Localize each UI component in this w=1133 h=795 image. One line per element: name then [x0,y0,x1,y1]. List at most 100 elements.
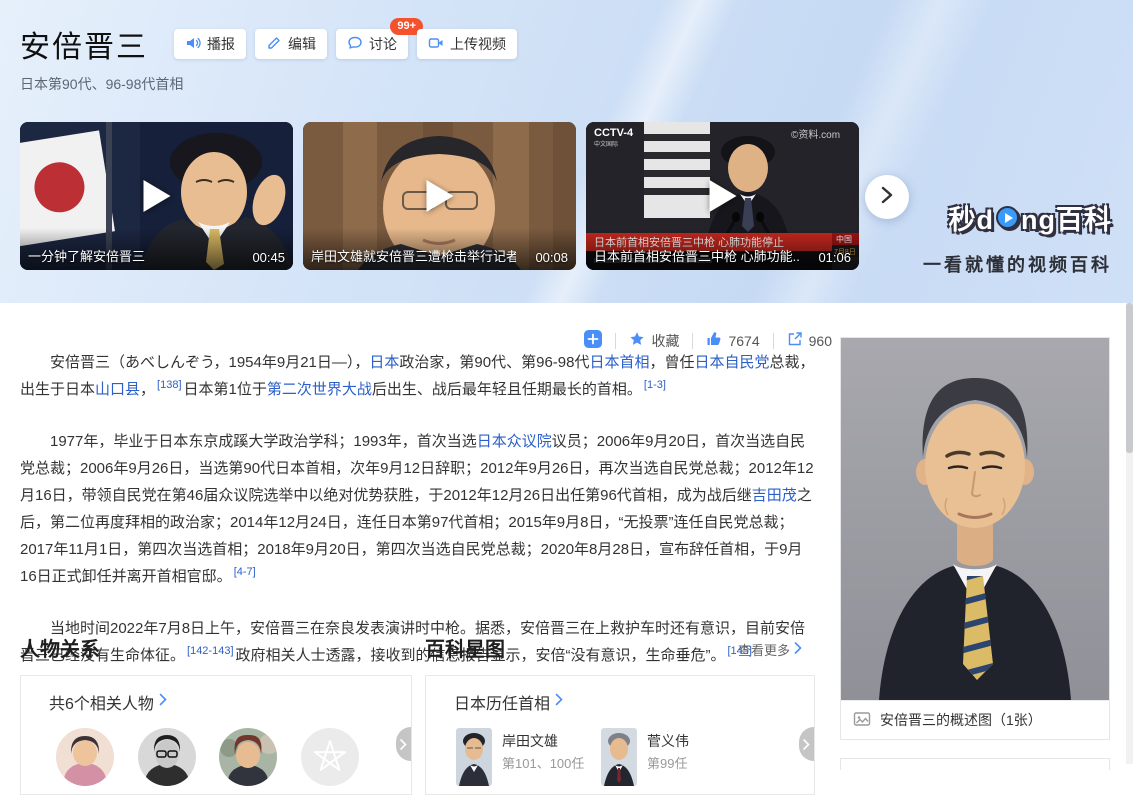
star-polygon-icon [301,728,359,786]
video-card-2[interactable]: 岸田文雄就安倍晋三遭枪击举行记者... 00:08 [303,122,576,270]
text-segment: 安倍晋三（あべしんぞう，1954年9月21日—）， [50,354,369,371]
relations-card-header-label: 共6个相关人物 [49,690,154,714]
video-duration: 00:08 [535,250,568,265]
favorite-button[interactable]: 收藏 [629,331,679,351]
inline-link[interactable]: 日本首相 [589,354,649,371]
text-segment: 政治家，第90代、第96-98代 [399,354,589,371]
play-icon [426,180,453,212]
chat-bubble-icon [347,35,363,54]
like-button[interactable]: 7674 [706,331,759,350]
view-more-link[interactable]: 查看更多 [738,640,802,659]
portrait-kishida [456,728,492,786]
starmap-card-header[interactable]: 日本历任首相 [454,690,563,714]
starmap-card: 日本历任首相 岸田文雄 第101、100任 [425,675,815,795]
chevron-right-icon [400,739,407,750]
plus-square-icon [584,330,602,351]
starmap-photo-kishida[interactable] [456,728,492,786]
share-count: 960 [809,333,832,349]
scrollbar-thumb[interactable] [1126,303,1133,453]
edit-label: 编辑 [288,34,316,54]
reference-link[interactable]: [142-143] [187,645,233,657]
inline-link[interactable]: 日本 [369,354,399,371]
upload-video-button[interactable]: 上传视频 [417,29,517,59]
reference-link[interactable]: [4-7] [234,566,256,578]
broadcast-button[interactable]: 播报 [174,29,246,59]
brand-logo-suffix: ng百科 [1021,198,1112,237]
broadcast-label: 播报 [207,34,235,54]
text-segment: 日本第1位于 [184,381,267,398]
video-duration: 00:45 [252,250,285,265]
related-more-avatar[interactable] [301,728,359,786]
overview-image-caption[interactable]: 安倍晋三的概述图（1张） [841,700,1109,739]
video-camera-icon [428,35,444,54]
divider [692,333,693,349]
page-title: 安倍晋三 [20,22,148,66]
favorite-label: 收藏 [651,331,679,351]
discuss-button[interactable]: 讨论 99+ [336,29,408,59]
header-buttons: 播报 编辑 讨论 99+ 上传视频 [174,29,517,59]
abe-portrait-photo[interactable] [841,338,1109,700]
avatar-woman-crowd [219,728,277,786]
chevron-right-icon [803,739,810,750]
divider [615,333,616,349]
inline-link[interactable]: 第二次世界大战 [267,381,372,398]
reference-link[interactable]: [138] [157,379,181,391]
main-content: 收藏 7674 960 安倍晋三（あべしんぞう，1954年9月21日—），日本政… [0,303,1133,764]
page-subtitle: 日本第90代、96-98代首相 [20,74,183,94]
starmap-entry-name[interactable]: 菅义伟 [647,731,689,751]
brand-play-icon [996,206,1019,229]
summary-text: 安倍晋三（あべしんぞう，1954年9月21日—），日本政治家，第90代、第96-… [20,349,818,694]
pencil-icon [266,35,282,54]
page-header: 安倍晋三 播报 编辑 讨论 99+ 上传视频 [20,22,517,66]
related-person-avatar[interactable] [138,728,196,786]
video-card-3[interactable]: 日本前首相安倍晋三中枪 心肺功能停止 中国 7月8日 CCTV-4 中文国际 ©… [586,122,859,270]
play-icon [709,180,736,212]
video-title: 岸田文雄就安倍晋三遭枪击举行记者... [311,246,516,265]
inline-link[interactable]: 日本众议院 [477,433,552,450]
inline-link[interactable]: 日本自民党 [695,354,770,371]
summary-paragraph-1: 安倍晋三（あべしんぞう，1954年9月21日—），日本政治家，第90代、第96-… [20,349,818,403]
relations-card-header[interactable]: 共6个相关人物 [49,690,167,714]
add-to-collection-button[interactable] [584,330,602,351]
sidebar-next-card [840,758,1110,770]
brand-logo: 秒d ng百科 [923,198,1112,237]
starmap-entry-term: 第101、100任 [502,753,584,772]
channel-logo: CCTV-4 [594,127,634,139]
inline-link[interactable]: 吉田茂 [752,487,797,504]
thumbs-up-icon [706,331,722,350]
summary-paragraph-3: 当地时间2022年7月8日上午，安倍晋三在奈良发表演讲时中枪。据悉，安倍晋三在上… [20,615,818,669]
action-bar: 收藏 7674 960 [584,330,832,351]
avatar-woman-pink [56,728,114,786]
related-person-avatar[interactable] [219,728,277,786]
starmap-entry-name[interactable]: 岸田文雄 [502,731,558,751]
related-person-avatar[interactable] [56,728,114,786]
upload-video-label: 上传视频 [450,34,506,54]
summary-paragraph-2: 1977年，毕业于日本东京成蹊大学政治学科；1993年，首次当选日本众议院议员；… [20,428,818,590]
share-button[interactable]: 960 [787,331,832,350]
relations-card: 共6个相关人物 [20,675,412,795]
reference-link[interactable]: [1-3] [644,379,666,391]
starmap-section-title: 百科星图 [425,633,505,662]
text-segment: 1977年，毕业于日本东京成蹊大学政治学科；1993年，首次当选 [50,433,477,450]
image-icon [853,710,871,731]
video-card-1[interactable]: 一分钟了解安倍晋三 00:45 [20,122,293,270]
star-icon [629,331,645,350]
inline-link[interactable]: 山口县 [95,381,140,398]
overview-caption-label: 安倍晋三的概述图（1张） [880,710,1042,730]
video-title: 日本前首相安倍晋三中枪 心肺功能... [594,246,799,265]
channel-sub: 中文国际 [594,140,618,148]
chevron-right-icon [555,693,563,711]
text-segment: ， [140,381,155,398]
avatar-man-bw [138,728,196,786]
video-duration: 01:06 [818,250,851,265]
view-more-label: 查看更多 [738,640,790,659]
chevron-right-icon [794,642,802,657]
divider [773,333,774,349]
carousel-next-button[interactable] [865,175,909,219]
relations-scroll-arrow[interactable] [396,727,411,761]
starmap-scroll-arrow[interactable] [799,727,814,761]
speaker-icon [185,35,201,54]
edit-button[interactable]: 编辑 [255,29,327,59]
portrait-suga [601,728,637,786]
starmap-photo-suga[interactable] [601,728,637,786]
